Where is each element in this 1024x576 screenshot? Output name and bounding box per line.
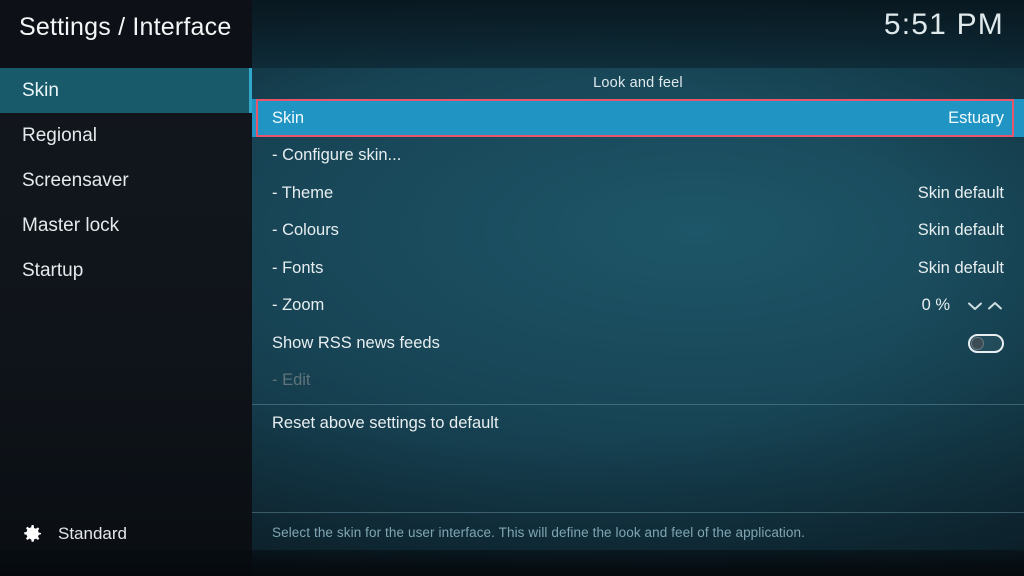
sidebar: Skin Regional Screensaver Master lock St…	[0, 68, 252, 576]
setting-value: Estuary	[948, 108, 1004, 127]
setting-row-show-rss-news-feeds[interactable]: Show RSS news feeds	[252, 325, 1024, 363]
sidebar-item-label: Startup	[22, 259, 84, 281]
setting-row-fonts[interactable]: - Fonts Skin default	[252, 250, 1024, 288]
chevron-up-icon[interactable]	[986, 299, 1004, 313]
setting-label: Show RSS news feeds	[272, 333, 440, 352]
sidebar-item-regional[interactable]: Regional	[0, 113, 252, 158]
settings-level-label: Standard	[58, 524, 127, 543]
settings-list: Skin Estuary - Configure skin... - Theme…	[252, 99, 1024, 443]
page-title: Settings / Interface	[19, 13, 232, 41]
setting-row-colours[interactable]: - Colours Skin default	[252, 212, 1024, 250]
bottom-strip	[0, 550, 1024, 576]
setting-label: - Zoom	[272, 296, 325, 315]
sidebar-item-label: Regional	[22, 124, 97, 146]
settings-panel: Look and feel Skin Estuary - Configure s…	[252, 68, 1024, 576]
section-title: Look and feel	[593, 75, 683, 91]
sidebar-item-label: Screensaver	[22, 169, 129, 191]
selection-annotation-box	[256, 99, 1014, 137]
gear-icon	[20, 522, 44, 546]
reset-settings-button[interactable]: Reset above settings to default	[252, 405, 1024, 443]
kodi-settings-screen: Settings / Interface 5:51 PM Skin Region…	[0, 0, 1024, 576]
sidebar-item-startup[interactable]: Startup	[0, 248, 252, 293]
setting-value: 0 %	[921, 296, 950, 315]
sidebar-item-label: Master lock	[22, 214, 120, 236]
setting-row-edit: - Edit	[252, 362, 1024, 400]
setting-row-skin[interactable]: Skin Estuary	[252, 99, 1024, 137]
rss-toggle[interactable]	[968, 333, 1004, 353]
chevron-down-icon[interactable]	[966, 299, 984, 313]
reset-label: Reset above settings to default	[272, 414, 499, 432]
setting-label: - Configure skin...	[272, 146, 402, 165]
setting-label: - Fonts	[272, 258, 324, 277]
setting-label: - Edit	[272, 371, 311, 390]
setting-row-theme[interactable]: - Theme Skin default	[252, 175, 1024, 213]
setting-row-zoom[interactable]: - Zoom 0 %	[252, 287, 1024, 325]
settings-level-selector[interactable]: Standard	[0, 522, 252, 546]
toggle-knob	[971, 336, 984, 350]
sidebar-item-skin[interactable]: Skin	[0, 68, 252, 113]
sidebar-item-master-lock[interactable]: Master lock	[0, 203, 252, 248]
help-text: Select the skin for the user interface. …	[272, 525, 805, 540]
clock: 5:51 PM	[883, 8, 1004, 41]
setting-row-configure-skin[interactable]: - Configure skin...	[252, 137, 1024, 175]
setting-label: - Colours	[272, 221, 339, 240]
setting-value: Skin default	[917, 258, 1004, 277]
sidebar-item-label: Skin	[22, 79, 59, 101]
setting-value: Skin default	[917, 183, 1004, 202]
window-header: Settings / Interface 5:51 PM	[0, 0, 1024, 68]
setting-label: Skin	[272, 108, 305, 127]
help-footer: Select the skin for the user interface. …	[252, 512, 1024, 540]
setting-label: - Theme	[272, 183, 334, 202]
zoom-spinner[interactable]	[966, 299, 1004, 313]
setting-value: Skin default	[917, 221, 1004, 240]
sidebar-item-screensaver[interactable]: Screensaver	[0, 158, 252, 203]
